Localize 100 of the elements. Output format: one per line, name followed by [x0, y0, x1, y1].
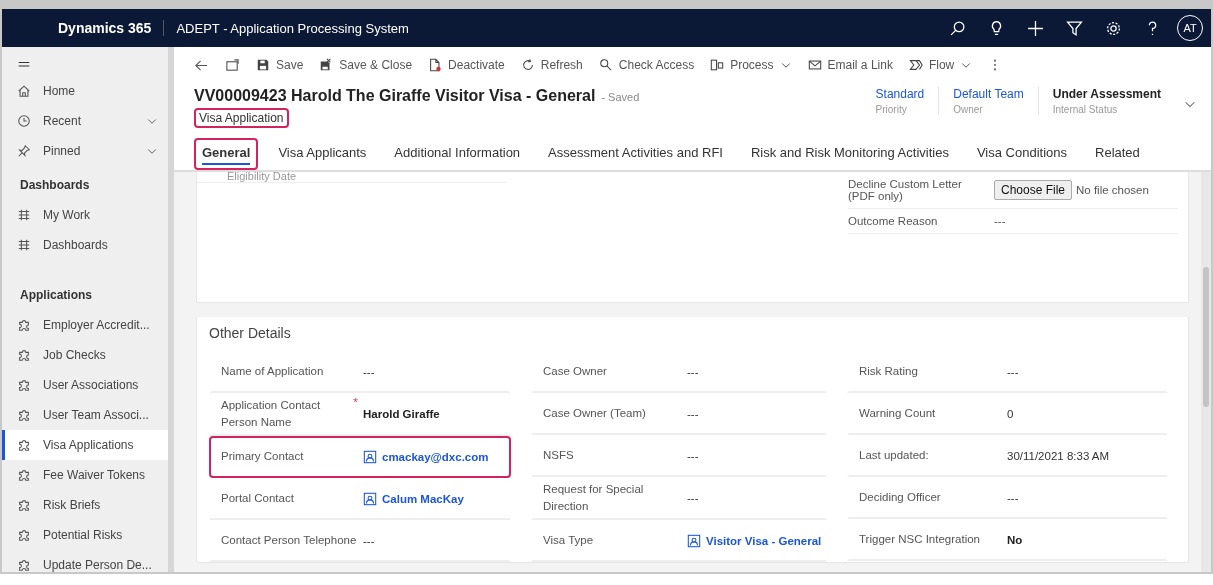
nav-item[interactable]: Visa Applications	[2, 430, 168, 460]
command-button[interactable]: Email a Link	[807, 58, 893, 72]
command-button[interactable]: Deactivate	[428, 58, 505, 72]
search-icon	[598, 58, 613, 72]
filter-icon[interactable]	[1066, 19, 1083, 37]
app-title: ADEPT - Application Processing System	[176, 20, 409, 36]
field-value: ---	[994, 215, 1007, 227]
nav-item[interactable]: Home	[2, 76, 168, 106]
field-label: Contact Person Telephone	[221, 532, 357, 548]
command-button[interactable]: Save & Close	[319, 58, 413, 72]
header-field-label: Owner	[953, 104, 984, 115]
field-label: Trigger NSC Integration	[859, 532, 980, 548]
email-icon	[807, 58, 822, 72]
dashboard-icon	[17, 208, 31, 222]
field-value: ---	[687, 492, 699, 505]
field-value: No	[1007, 534, 1023, 546]
puzzle-icon	[17, 468, 31, 482]
contact-card-icon	[363, 449, 377, 464]
nav-item[interactable]: Recent	[2, 106, 168, 136]
nav-item[interactable]: Fee Waiver Tokens	[2, 460, 168, 490]
nav-item[interactable]: User Associations	[2, 370, 168, 400]
puzzle-icon	[17, 408, 31, 422]
nav-item[interactable]: Job Checks	[2, 340, 168, 370]
tab[interactable]: Risk and Risk Monitoring Activities	[742, 138, 957, 170]
field-value: 0	[1007, 408, 1014, 420]
process-icon	[710, 58, 725, 72]
settings-icon[interactable]	[1105, 19, 1122, 37]
nav-item[interactable]: Dashboards	[2, 230, 168, 260]
nav-item[interactable]: My Work	[2, 200, 168, 230]
tab[interactable]: Visa Conditions	[968, 138, 1075, 170]
puzzle-icon	[17, 438, 31, 452]
field-label: NSFS	[543, 448, 574, 464]
field-label: Case Owner (Team)	[543, 406, 646, 422]
tab[interactable]: Visa Applicants	[270, 138, 375, 170]
scrollbar-thumb[interactable]	[1203, 267, 1209, 407]
save-icon	[319, 58, 334, 72]
nav-item[interactable]: Risk Briefs	[2, 490, 168, 520]
lookup-link[interactable]: cmackay@dxc.com	[382, 450, 489, 463]
field-label: Risk Rating	[859, 364, 918, 380]
entity-name: Visa Application	[194, 108, 289, 128]
field-value: ---	[687, 450, 699, 462]
lookup-link[interactable]: Calum MacKay	[382, 492, 464, 505]
contact-card-icon	[363, 491, 377, 506]
nav-item[interactable]: Employer Accredit...	[2, 310, 168, 340]
nav-item[interactable]: Potential Risks	[2, 520, 168, 550]
flow-icon	[908, 58, 923, 72]
puzzle-icon	[17, 378, 31, 392]
field-value: ---	[363, 366, 375, 378]
field-label: Request for Special Direction	[543, 482, 645, 515]
field-value: Harold Giraffe	[363, 408, 440, 421]
tab[interactable]: Additional Information	[386, 138, 529, 170]
nav-group-title: Applications	[19, 287, 93, 304]
field-label: Last updated:	[859, 448, 929, 464]
puzzle-icon	[17, 498, 31, 512]
dashboard-icon	[17, 238, 31, 252]
record-title: VV00009423 Harold The Giraffe Visitor Visa - General	[194, 87, 596, 105]
puzzle-icon	[17, 318, 31, 332]
header-field-link[interactable]: Default Team	[953, 87, 1024, 101]
tab[interactable]: Assessment Activities and RFI	[540, 138, 731, 170]
field-value: ---	[1007, 366, 1019, 378]
popout-icon[interactable]	[225, 57, 240, 73]
nav-group-title: Dashboards	[19, 177, 91, 194]
command-button[interactable]: Save	[256, 58, 304, 72]
contact-card-icon	[687, 533, 701, 548]
tab[interactable]: Related	[1087, 138, 1148, 170]
field-label: Application Contact Person Name	[221, 398, 322, 431]
save-icon	[256, 58, 270, 72]
choose-file-button[interactable]: Choose File	[994, 180, 1073, 200]
field-value: ---	[363, 534, 375, 547]
save-status: - Saved	[601, 91, 640, 103]
nav-item[interactable]: Update Person De...	[2, 550, 168, 580]
search-icon[interactable]	[949, 19, 966, 37]
field-label: Visa Type	[543, 532, 594, 548]
header-field-label: Internal Status	[1052, 104, 1119, 115]
plus-icon[interactable]	[1027, 19, 1044, 37]
field-label: Name of Application	[221, 364, 324, 380]
header-field-link[interactable]: Standard	[875, 87, 925, 101]
nav-item[interactable]: User Team Associ...	[2, 400, 168, 430]
tab[interactable]: General	[194, 138, 259, 170]
field-value: ---	[687, 366, 699, 378]
field-label: Warning Count	[859, 406, 936, 422]
app-name[interactable]: Dynamics 365	[58, 20, 165, 36]
lookup-link[interactable]: Visitor Visa - General	[706, 534, 822, 547]
field-label: Decline Custom Letter (PDF only)	[848, 178, 963, 202]
file-status: No file chosen	[1076, 184, 1149, 196]
command-button[interactable]: Refresh	[520, 58, 583, 72]
command-button[interactable]: Process	[710, 58, 792, 72]
field-label: Outcome Reason	[848, 215, 939, 227]
puzzle-icon	[17, 348, 31, 362]
section-title: Other Details	[209, 325, 292, 341]
command-button[interactable]: Check Access	[598, 58, 695, 72]
puzzle-icon	[17, 558, 31, 572]
nav-item[interactable]: Pinned	[2, 136, 168, 166]
field-label: Case Owner	[543, 364, 607, 380]
command-button[interactable]: Flow	[908, 58, 973, 72]
clock-icon	[17, 114, 31, 128]
field-label: Deciding Officer	[859, 490, 941, 506]
required-icon	[352, 397, 359, 404]
home-icon	[17, 84, 31, 98]
field-label: Primary Contact	[221, 448, 304, 464]
